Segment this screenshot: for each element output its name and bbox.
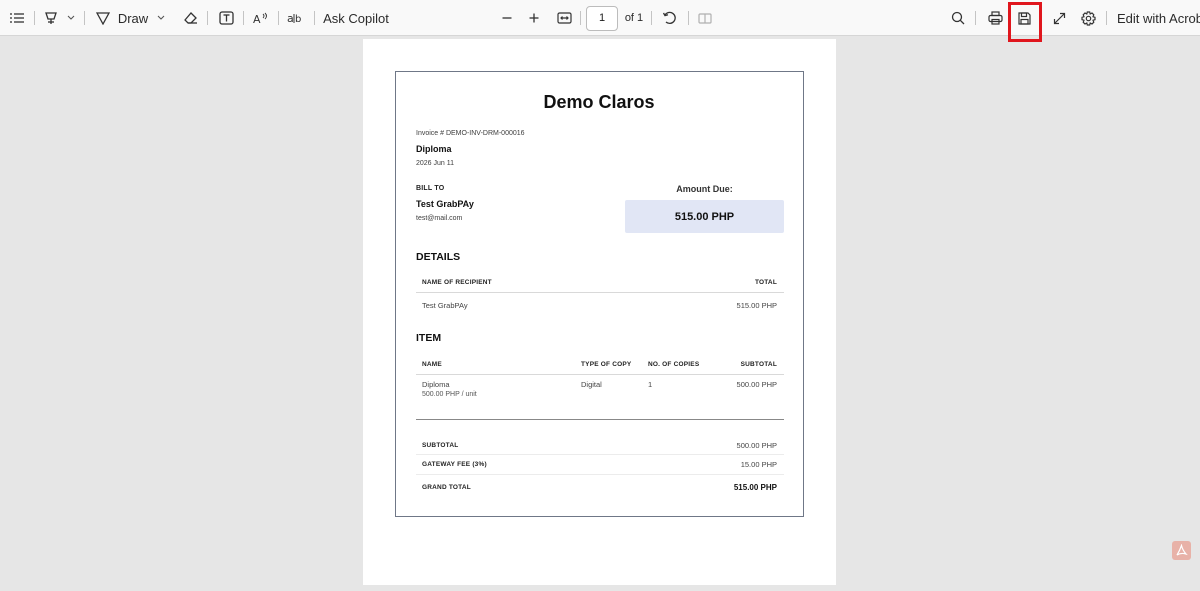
summary-subtotal: 500.00 PHP xyxy=(736,441,777,450)
item-header-subtotal: SUBTOTAL xyxy=(740,361,777,368)
page-number-input[interactable]: 1 xyxy=(586,6,618,31)
bill-to-name: Test GrabPAy xyxy=(416,199,474,209)
settings-icon[interactable] xyxy=(1078,0,1098,36)
item-title: ITEM xyxy=(416,332,442,344)
ask-copilot-button[interactable]: Ask Copilot xyxy=(323,0,389,36)
amount-due: 515.00 PHP xyxy=(625,200,784,233)
fullscreen-icon[interactable] xyxy=(1050,0,1068,36)
chevron-down-icon[interactable] xyxy=(154,0,168,36)
summary-grand-total-label: GRAND TOTAL xyxy=(422,484,471,491)
highlight-icon[interactable] xyxy=(42,0,60,36)
bill-to-label: BILL TO xyxy=(416,185,445,192)
zoom-out-icon[interactable] xyxy=(499,0,515,36)
details-total: 515.00 PHP xyxy=(736,301,777,310)
summary-fee-label: GATEWAY FEE (3%) xyxy=(422,461,487,468)
invoice-date: 2026 Jun 11 xyxy=(416,160,455,167)
fit-width-icon[interactable] xyxy=(554,0,574,36)
item-name: Diploma xyxy=(422,380,450,389)
document-type: Diploma xyxy=(416,144,452,154)
contents-icon[interactable] xyxy=(6,0,28,36)
company-title: Demo Claros xyxy=(543,92,655,112)
draw-button[interactable]: Draw xyxy=(118,0,148,36)
item-copies: 1 xyxy=(648,380,653,389)
print-icon[interactable] xyxy=(985,0,1005,36)
summary-fee: 15.00 PHP xyxy=(740,460,777,469)
eraser-icon[interactable] xyxy=(180,0,200,36)
details-recipient: Test GrabPAy xyxy=(422,301,468,310)
item-header-copies: NO. OF COPIES xyxy=(648,361,700,368)
search-icon[interactable] xyxy=(949,0,967,36)
bill-to-email: test@mail.com xyxy=(416,215,463,222)
details-title: DETAILS xyxy=(416,251,461,263)
summary-grand-total: 515.00 PHP xyxy=(733,483,777,492)
item-subtotal: 500.00 PHP xyxy=(736,380,777,389)
details-header-recipient: NAME OF RECIPIENT xyxy=(422,279,492,286)
pdf-toolbar: Draw A ab Ask Copilot 1 of 1 Edit with A… xyxy=(0,0,1200,42)
details-header-total: TOTAL xyxy=(754,279,777,286)
summary-subtotal-label: SUBTOTAL xyxy=(422,442,459,449)
zoom-in-icon[interactable] xyxy=(526,0,542,36)
draw-icon[interactable] xyxy=(94,0,112,36)
svg-text:A: A xyxy=(253,13,261,25)
svg-text:a: a xyxy=(287,12,294,25)
text-box-icon[interactable] xyxy=(216,0,236,36)
acrobat-icon[interactable] xyxy=(1172,541,1191,560)
save-button-highlight xyxy=(1008,2,1042,42)
item-header-type: TYPE OF COPY xyxy=(581,361,632,368)
page-view-icon[interactable] xyxy=(696,0,714,36)
page-total: of 1 xyxy=(624,12,644,24)
svg-text:b: b xyxy=(295,14,301,25)
item-unit-price: 500.00 PHP / unit xyxy=(422,391,477,398)
read-aloud-icon[interactable]: A xyxy=(251,0,271,36)
amount-due-label: Amount Due: xyxy=(676,184,733,194)
item-type: Digital xyxy=(581,380,602,389)
pdf-page: Demo Claros Invoice # DEMO-INV-DRM-00001… xyxy=(363,39,836,585)
translate-icon[interactable]: ab xyxy=(285,0,307,36)
invoice-number: Invoice # DEMO-INV-DRM-000016 xyxy=(416,130,525,137)
chevron-down-icon[interactable] xyxy=(64,0,78,36)
rotate-icon[interactable] xyxy=(660,0,678,36)
invoice: Demo Claros Invoice # DEMO-INV-DRM-00001… xyxy=(395,71,804,517)
edit-with-acrobat-button[interactable]: Edit with Acrobat xyxy=(1117,0,1200,36)
item-header-name: NAME xyxy=(422,361,442,368)
